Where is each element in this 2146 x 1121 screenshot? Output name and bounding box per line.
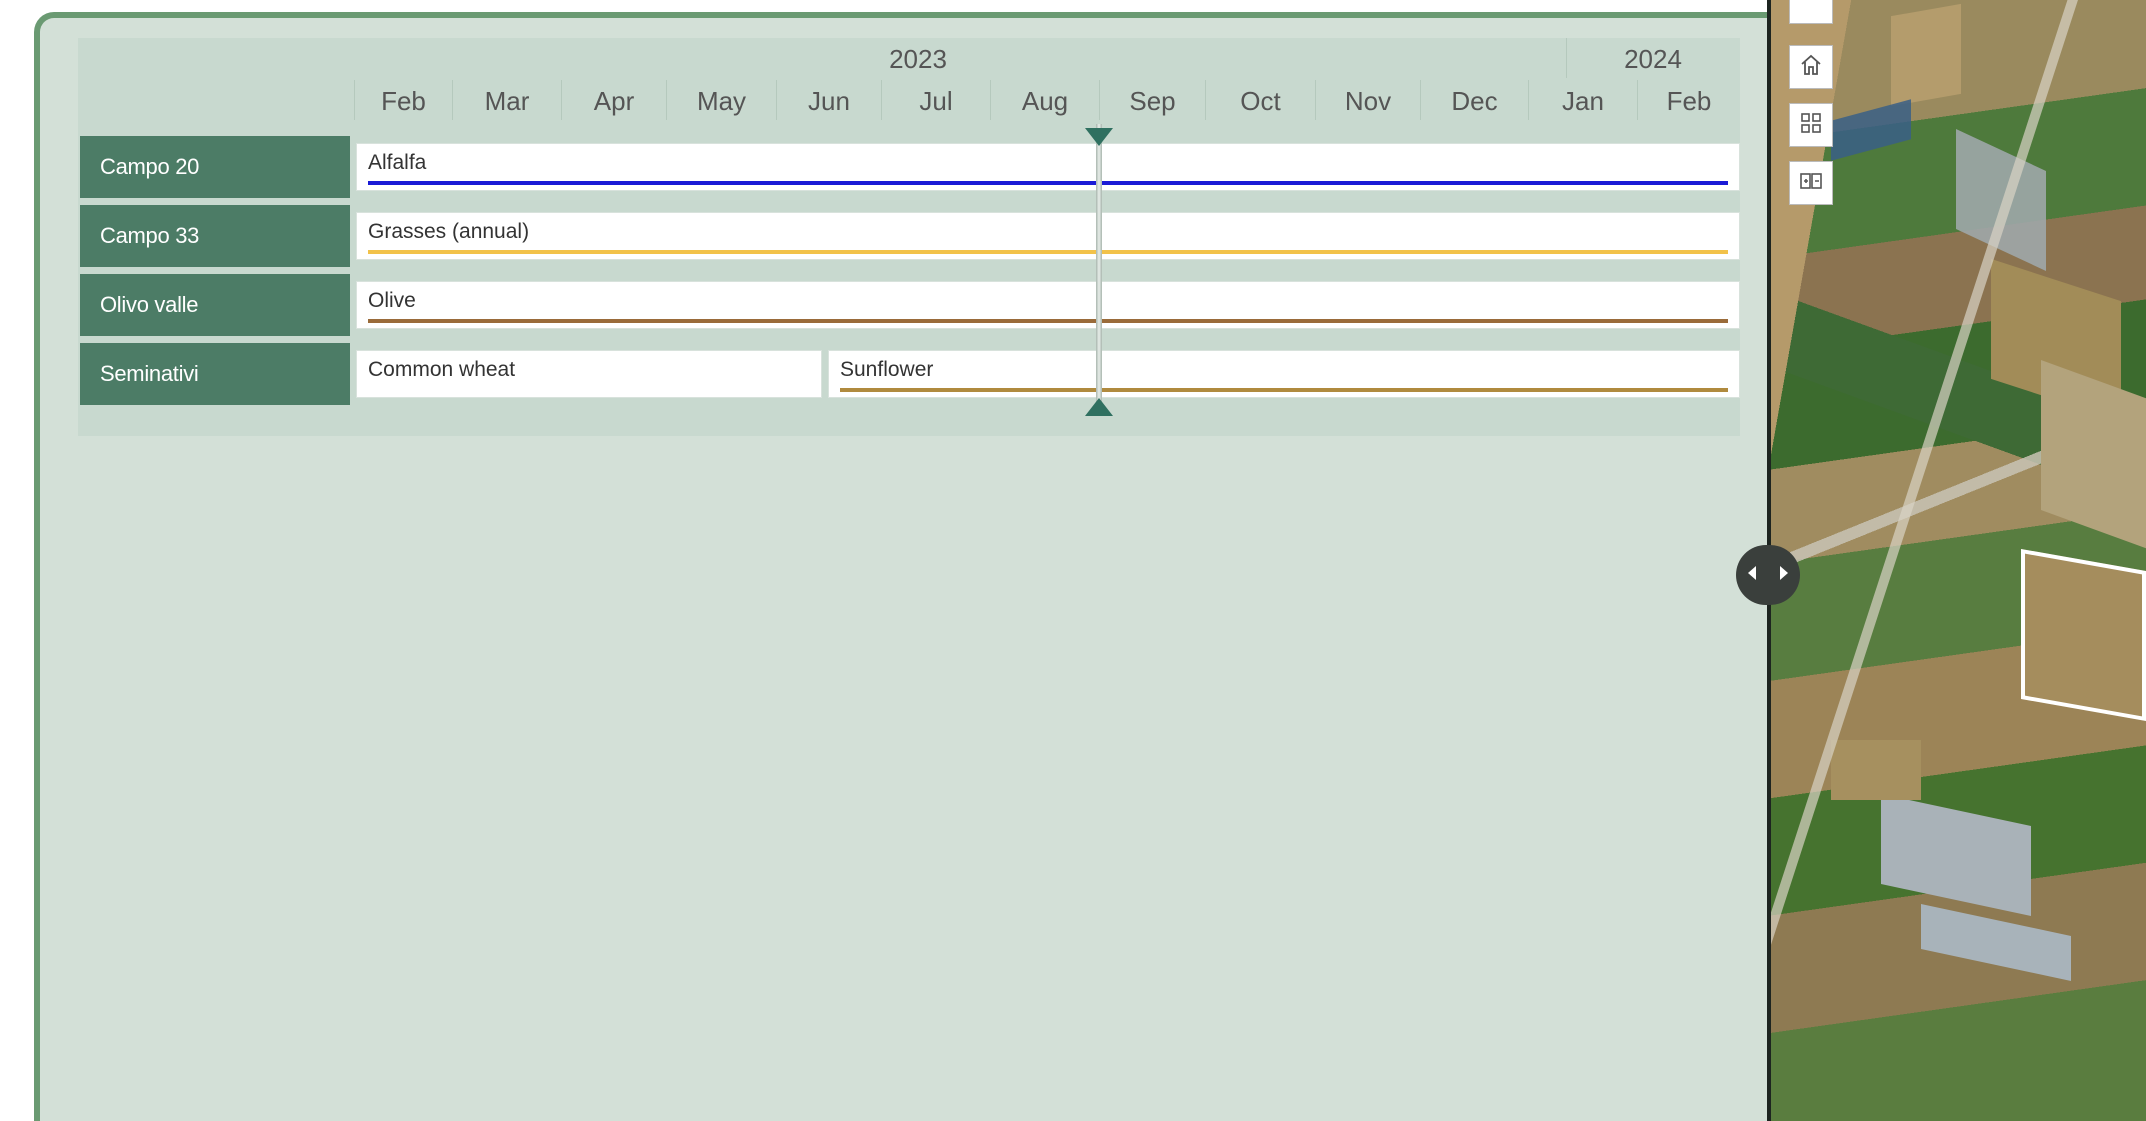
- home-icon: [1798, 52, 1824, 83]
- map-top-button[interactable]: [1789, 0, 1833, 24]
- month-label: Jun: [776, 80, 881, 120]
- month-label: Jan: [1528, 80, 1637, 120]
- map-field: [1956, 129, 2046, 271]
- left-arrow-icon: [1745, 564, 1759, 587]
- month-label: Feb: [354, 80, 452, 120]
- crop-timeline: 2023 2024 Feb Mar Apr May Jun Jul Aug Se…: [78, 38, 1740, 436]
- month-label: Feb: [1637, 80, 1740, 120]
- crop-color-line: [368, 250, 1728, 254]
- year-label-2023: 2023: [889, 44, 947, 74]
- map-field: [2041, 359, 2146, 551]
- map-field: [1831, 740, 1921, 800]
- right-arrow-icon: [1777, 564, 1791, 587]
- month-label: Oct: [1205, 80, 1315, 120]
- map-field: [1891, 3, 1961, 107]
- crop-label: Grasses (annual): [368, 220, 530, 243]
- month-label: Sep: [1099, 80, 1205, 120]
- month-label: Dec: [1420, 80, 1528, 120]
- satellite-map[interactable]: [1767, 0, 2146, 1121]
- field-label-seminativi[interactable]: Seminativi: [80, 343, 350, 405]
- grid-icon: [1798, 110, 1824, 141]
- panel-splitter-handle[interactable]: [1736, 545, 1800, 605]
- crop-bar-sunflower[interactable]: Sunflower: [828, 350, 1740, 398]
- crop-bar-grasses[interactable]: Grasses (annual): [356, 212, 1740, 260]
- month-label: Nov: [1315, 80, 1420, 120]
- month-header: Feb Mar Apr May Jun Jul Aug Sep Oct Nov …: [354, 80, 1740, 120]
- crop-label: Common wheat: [368, 358, 516, 381]
- date-cursor-line[interactable]: [1096, 124, 1102, 406]
- map-grid-button[interactable]: [1789, 103, 1833, 147]
- month-label: May: [666, 80, 776, 120]
- date-cursor-bottom-handle[interactable]: [1085, 398, 1113, 416]
- map-field: [1881, 794, 2031, 916]
- date-cursor-top-handle[interactable]: [1085, 128, 1113, 146]
- map-home-button[interactable]: [1789, 45, 1833, 89]
- month-label: Jul: [881, 80, 990, 120]
- map-compare-button[interactable]: [1789, 161, 1833, 205]
- month-label: Mar: [452, 80, 561, 120]
- compare-icon: [1798, 168, 1824, 199]
- crop-color-line: [840, 388, 1728, 392]
- field-label-campo-20[interactable]: Campo 20: [80, 136, 350, 198]
- crop-label: Olive: [368, 289, 416, 312]
- month-label: Apr: [561, 80, 666, 120]
- map-field: [1921, 904, 2071, 981]
- month-label: Aug: [990, 80, 1099, 120]
- field-label-campo-33[interactable]: Campo 33: [80, 205, 350, 267]
- selected-field-outline[interactable]: [2021, 548, 2146, 722]
- map-field: [1831, 99, 1911, 161]
- crop-label: Alfalfa: [368, 151, 427, 174]
- timeline-panel: 2023 2024 Feb Mar Apr May Jun Jul Aug Se…: [34, 12, 1776, 1121]
- crop-color-line: [368, 319, 1728, 323]
- crop-label: Sunflower: [840, 358, 934, 381]
- crop-bar-olive[interactable]: Olive: [356, 281, 1740, 329]
- crop-bar-alfalfa[interactable]: Alfalfa: [356, 143, 1740, 191]
- field-label-olivo-valle[interactable]: Olivo valle: [80, 274, 350, 336]
- crop-bar-common-wheat[interactable]: Common wheat: [356, 350, 822, 398]
- year-label-2024: 2024: [1624, 44, 1682, 74]
- crop-color-line: [368, 181, 1728, 185]
